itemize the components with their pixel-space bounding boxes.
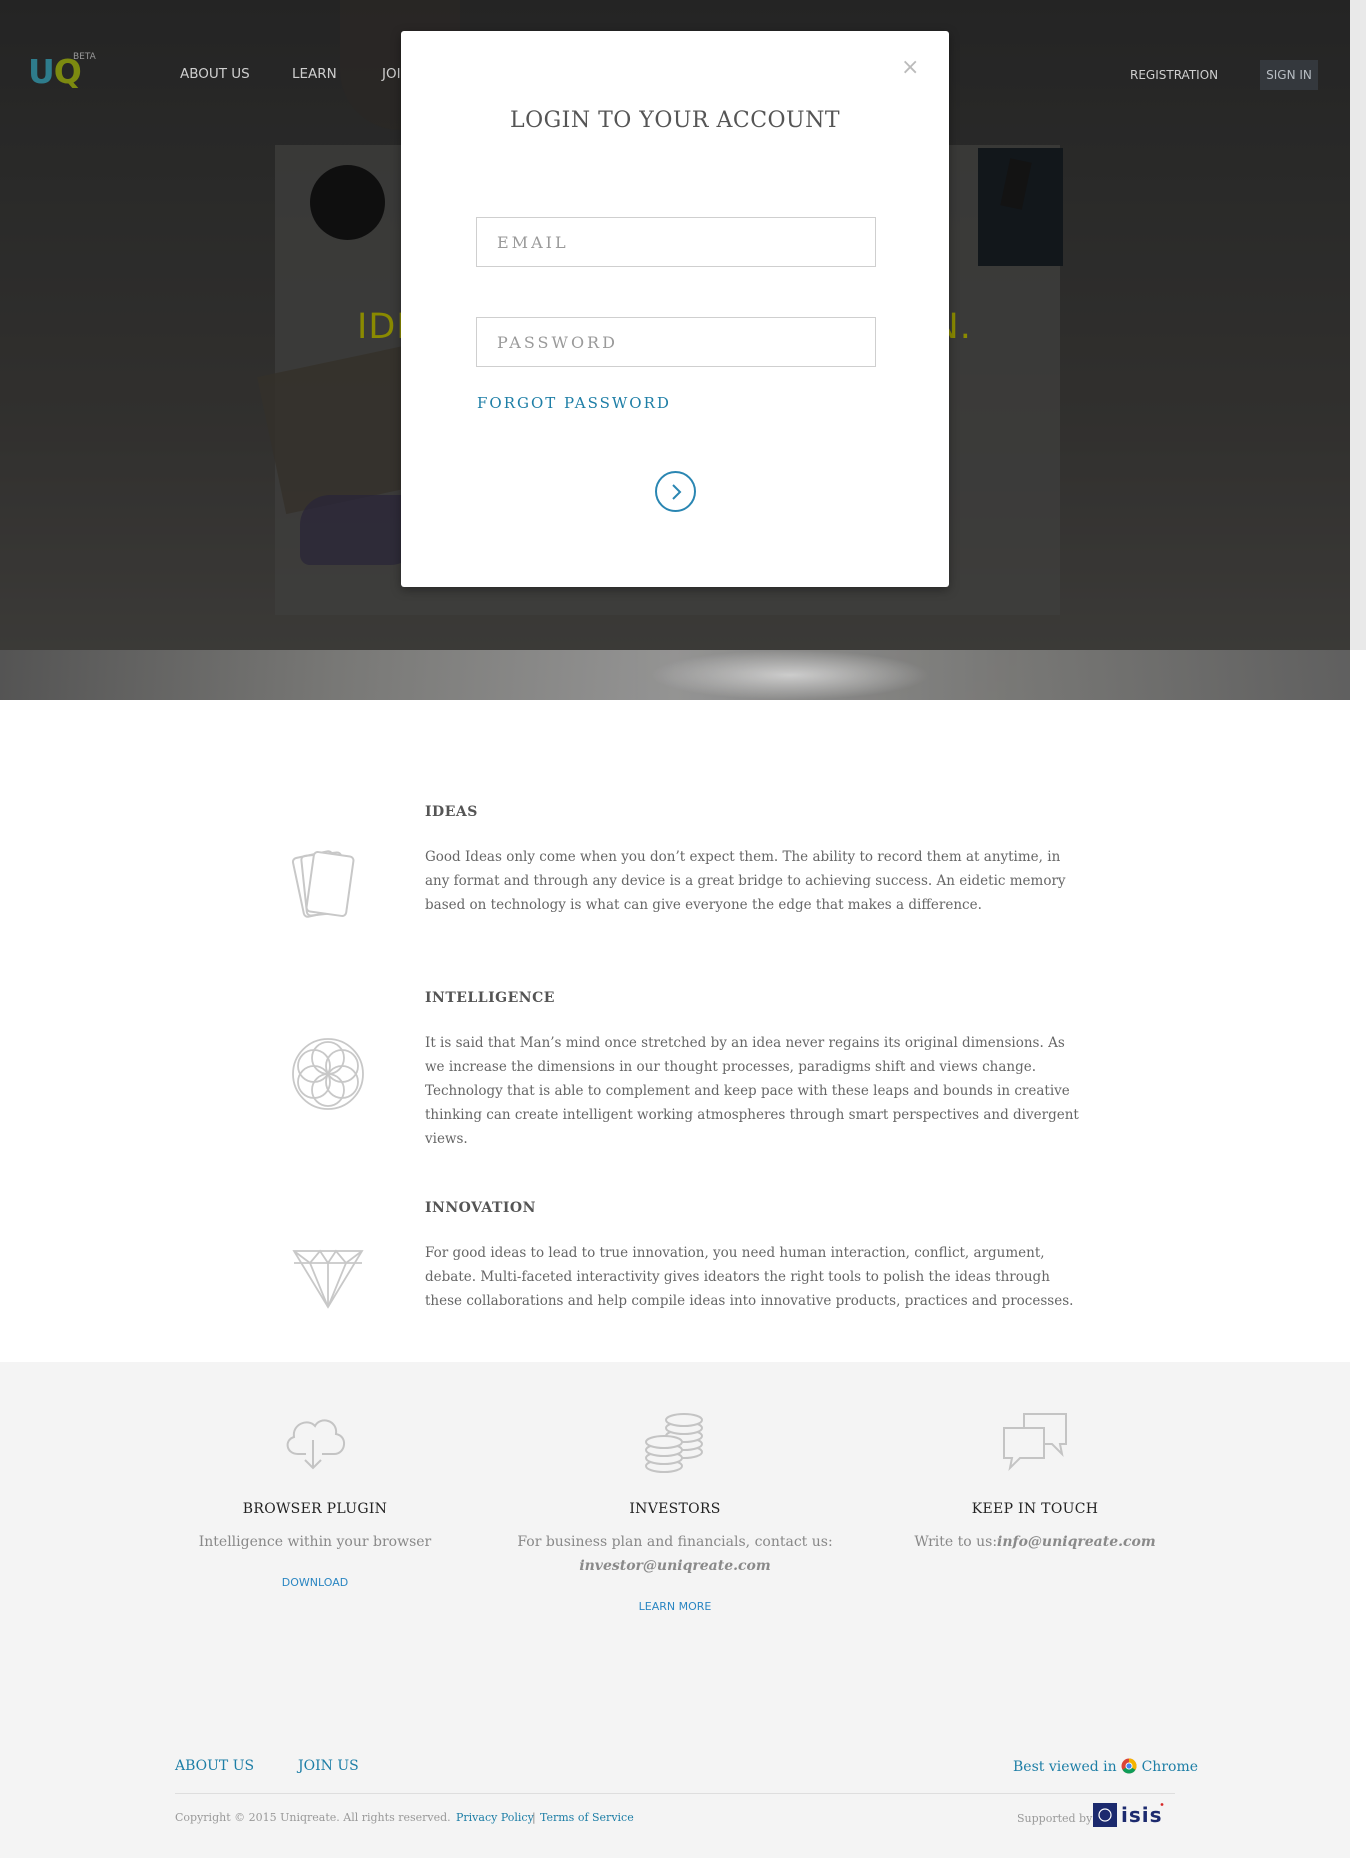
- best-viewed-text: Best viewed in Chrome: [1013, 1758, 1198, 1775]
- coins-icon: [645, 1413, 703, 1473]
- feature-title-innovation: INNOVATION: [425, 1200, 536, 1216]
- investor-email[interactable]: investor@uniqreate.com: [579, 1558, 770, 1574]
- footer-join-us[interactable]: JOIN US: [298, 1758, 359, 1774]
- keep-in-touch-label: Write to us:: [914, 1534, 998, 1550]
- nav-learn[interactable]: LEARN: [292, 66, 337, 82]
- info-email[interactable]: info@uniqreate.com: [997, 1534, 1156, 1550]
- feature-text-innovation: For good ideas to lead to true innovatio…: [425, 1245, 1074, 1309]
- nav-join[interactable]: JOI: [382, 66, 401, 82]
- browser-plugin-text: Intelligence within your browser: [198, 1534, 432, 1550]
- isis-logo[interactable]: isis: [1093, 1802, 1175, 1828]
- investors-column: INVESTORS For business plan and financia…: [495, 1410, 855, 1614]
- diamond-icon: [292, 1249, 364, 1309]
- investors-title: INVESTORS: [629, 1501, 721, 1517]
- hero-bottom-strip: [0, 650, 1350, 700]
- browser-plugin-column: BROWSER PLUGIN Intelligence within your …: [135, 1410, 495, 1590]
- keep-in-touch-title: KEEP IN TOUCH: [971, 1501, 1099, 1517]
- nav-about-us[interactable]: ABOUT US: [180, 66, 250, 82]
- keep-in-touch-text: Write to us:info@uniqreate.com: [855, 1530, 1215, 1554]
- feature-title-ideas: IDEAS: [425, 804, 478, 820]
- chrome-icon: [1121, 1758, 1137, 1774]
- footer-divider: [175, 1793, 1175, 1794]
- learn-more-link[interactable]: LEARN MORE: [639, 1600, 712, 1613]
- investors-text: For business plan and financials, contac…: [495, 1530, 855, 1578]
- email-input[interactable]: [476, 217, 876, 267]
- svg-text:isis: isis: [1121, 1803, 1163, 1827]
- terms-of-service-link[interactable]: Terms of Service: [540, 1811, 634, 1824]
- login-modal: × LOGIN TO YOUR ACCOUNT FORGOT PASSWORD: [401, 31, 949, 587]
- best-viewed-label: Best viewed in: [1013, 1759, 1117, 1775]
- login-submit-button[interactable]: [655, 471, 696, 512]
- footer-link-separator: |: [532, 1811, 536, 1824]
- chat-bubbles-icon: [1003, 1413, 1067, 1472]
- feature-text-intelligence: It is said that Man’s mind once stretche…: [425, 1035, 1079, 1147]
- privacy-policy-link[interactable]: Privacy Policy: [456, 1811, 534, 1824]
- password-input[interactable]: [476, 317, 876, 367]
- copyright-text: Copyright © 2015 Uniqreate. All rights r…: [175, 1811, 451, 1824]
- flower-of-life-icon: [292, 1038, 364, 1110]
- nav-registration[interactable]: REGISTRATION: [1130, 68, 1218, 82]
- supported-by-text: Supported by: [1017, 1812, 1093, 1825]
- investors-text-label: For business plan and financials, contac…: [517, 1534, 833, 1550]
- logo-letter-u: U: [28, 52, 55, 91]
- browser-plugin-title: BROWSER PLUGIN: [242, 1501, 388, 1517]
- beta-badge: BETA: [73, 52, 96, 62]
- feature-title-intelligence: INTELLIGENCE: [425, 990, 555, 1006]
- feature-text-ideas: Good Ideas only come when you don’t expe…: [425, 849, 1066, 913]
- chevron-right-icon: [671, 483, 681, 500]
- cards-icon: [291, 850, 355, 918]
- download-link[interactable]: DOWNLOAD: [282, 1576, 348, 1589]
- footer-about-us[interactable]: ABOUT US: [175, 1758, 254, 1774]
- chrome-label: Chrome: [1141, 1759, 1199, 1775]
- modal-title: LOGIN TO YOUR ACCOUNT: [509, 108, 841, 133]
- info-section: BROWSER PLUGIN Intelligence within your …: [0, 1362, 1350, 1858]
- sign-in-button[interactable]: SIGN IN: [1260, 60, 1318, 90]
- scrollbar[interactable]: [1350, 0, 1366, 650]
- keep-in-touch-column: KEEP IN TOUCH Write to us:info@uniqreate…: [855, 1410, 1215, 1554]
- close-icon[interactable]: ×: [901, 55, 919, 80]
- cloud-download-icon: [286, 1419, 345, 1470]
- forgot-password-link[interactable]: FORGOT PASSWORD: [477, 394, 671, 412]
